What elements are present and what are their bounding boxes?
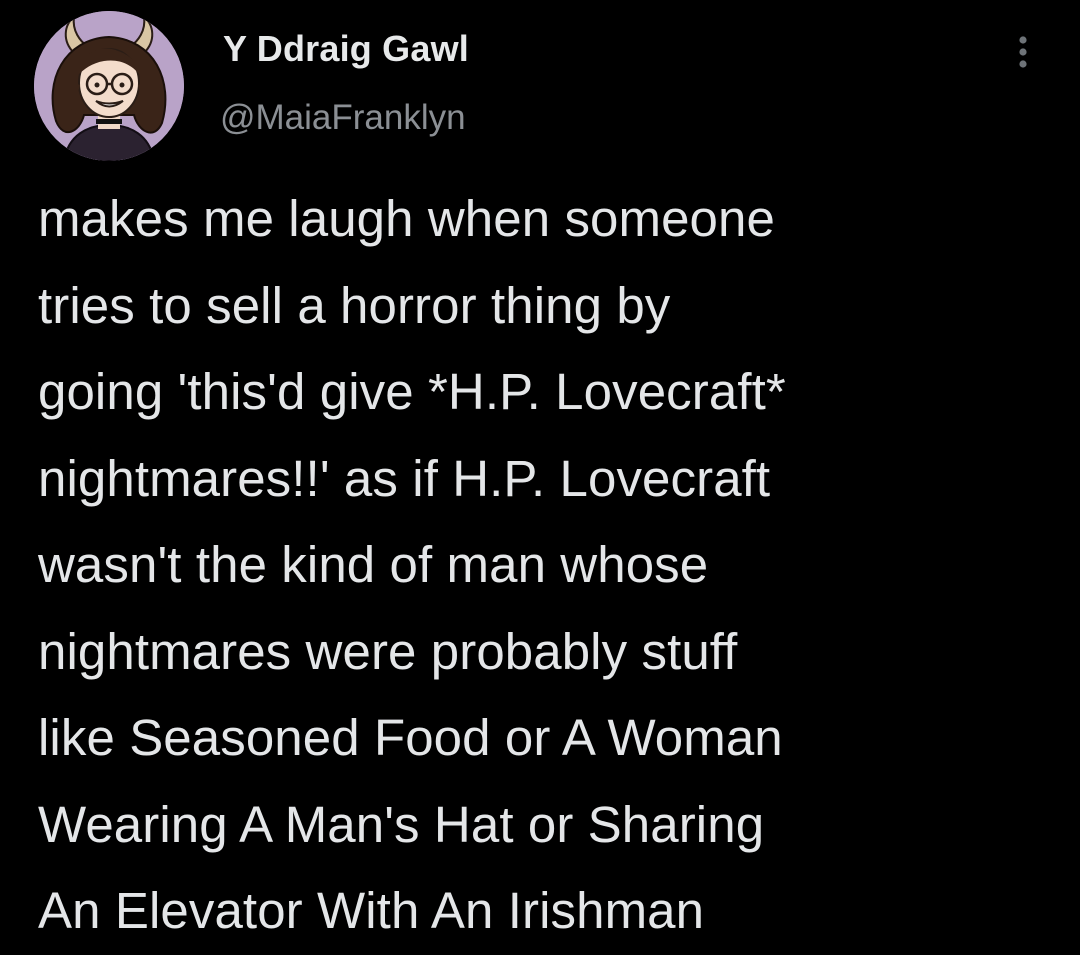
- more-options-button[interactable]: [1005, 30, 1041, 74]
- tweet-text-line: like Seasoned Food or A Woman: [38, 709, 783, 766]
- tweet-text-line: An Elevator With An Irishman: [38, 882, 705, 939]
- tweet: Y Ddraig Gawl @MaiaFranklyn makes me lau…: [0, 0, 1080, 952]
- avatar[interactable]: [34, 11, 184, 161]
- tweet-text-line: wasn't the kind of man whose: [38, 536, 709, 593]
- tweet-text: makes me laugh when someone tries to sel…: [38, 176, 1068, 955]
- tweet-text-line: makes me laugh when someone: [38, 190, 775, 247]
- tweet-text-line: nightmares!!' as if H.P. Lovecraft: [38, 449, 771, 507]
- tweet-text-line: Wearing A Man's Hat or Sharing: [38, 795, 765, 853]
- tweet-text-line: tries to sell a horror thing by: [38, 276, 671, 334]
- author-handle[interactable]: @MaiaFranklyn: [220, 98, 466, 138]
- tweet-text-line: going 'this'd give *H.P. Lovecraft*: [38, 363, 786, 420]
- more-options-vertical-dots-icon: [1019, 36, 1027, 68]
- author-display-name[interactable]: Y Ddraig Gawl: [223, 28, 469, 70]
- avatar-illustration-icon: [34, 11, 184, 161]
- tweet-text-line: nightmares were probably stuff: [38, 622, 738, 680]
